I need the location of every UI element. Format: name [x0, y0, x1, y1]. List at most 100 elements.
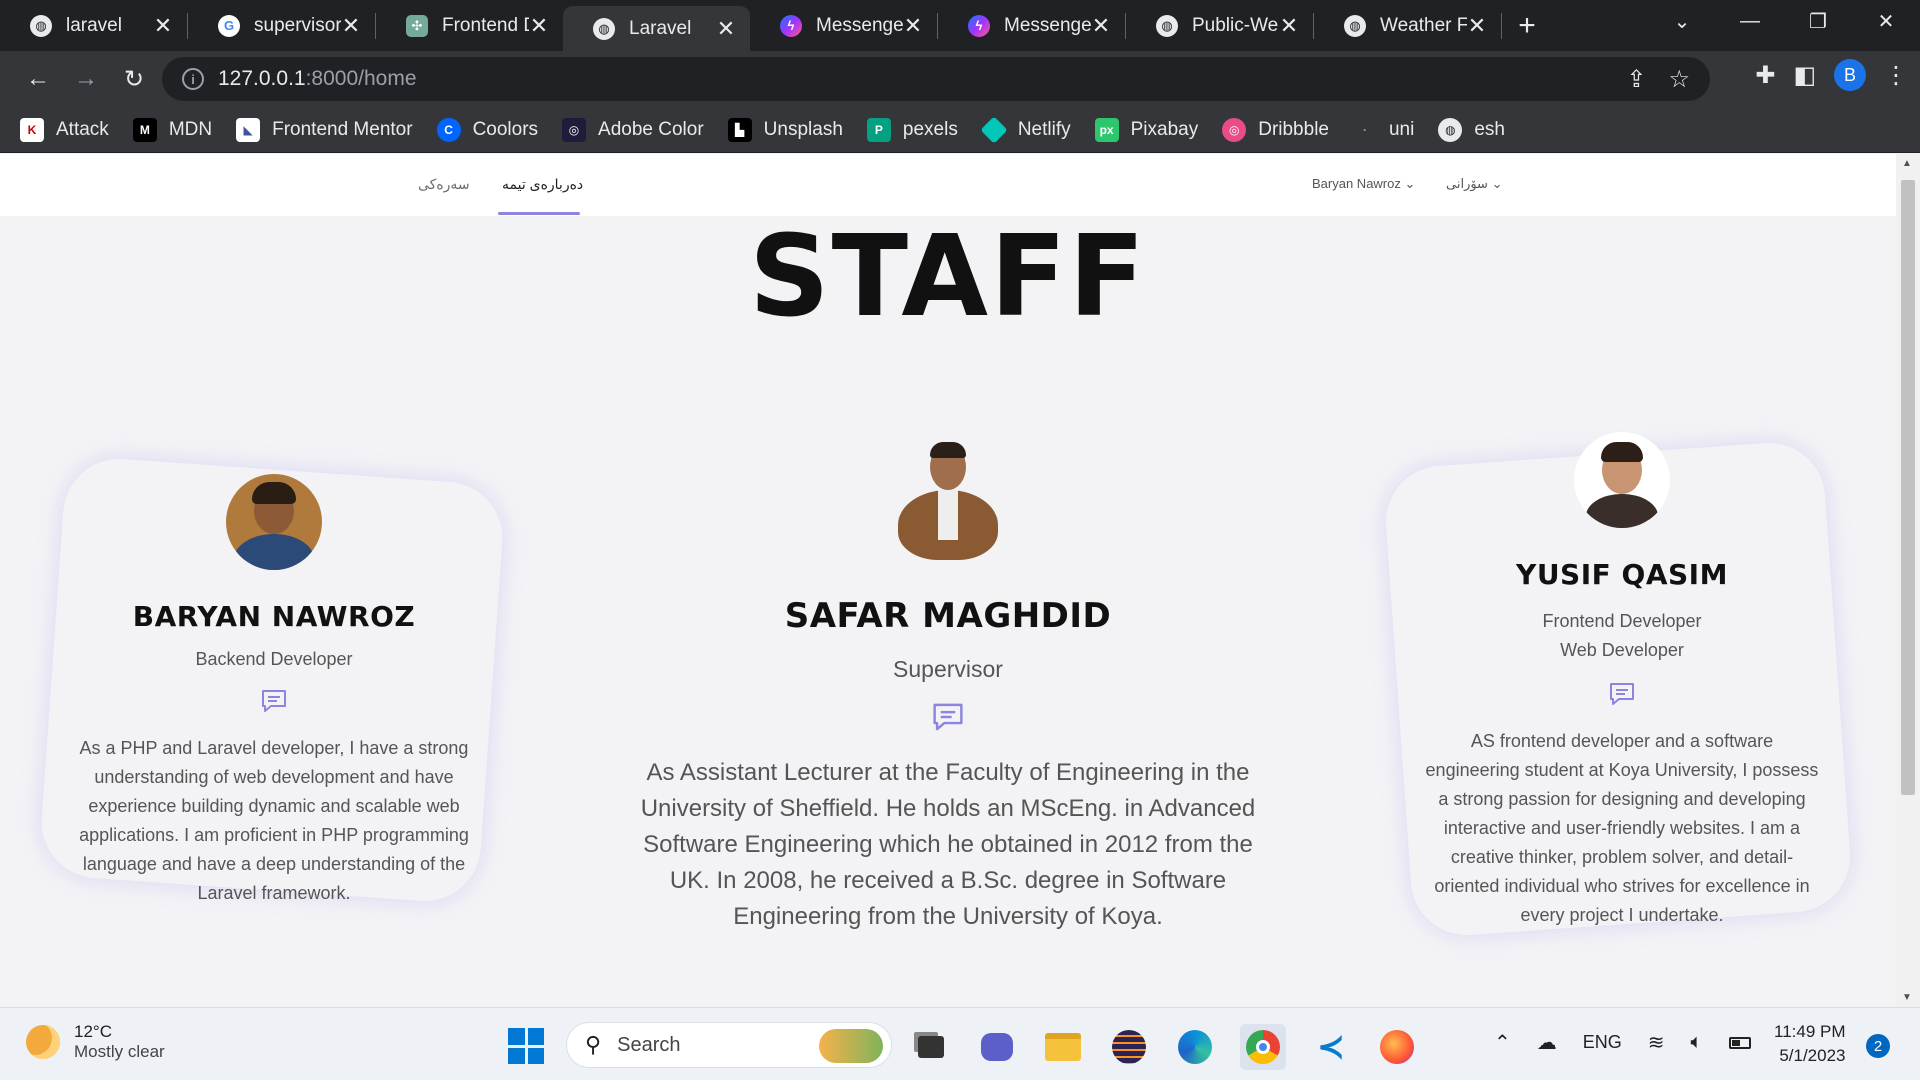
pexels-icon: P	[866, 117, 891, 142]
browser-tab[interactable]: ϟ Messenger ✕	[750, 0, 937, 51]
staff-bio: As Assistant Lecturer at the Faculty of …	[640, 759, 1256, 930]
windows-logo-icon	[508, 1028, 525, 1045]
menu-kebab-icon[interactable]: ⋮	[1884, 61, 1908, 90]
reload-button[interactable]: ↻	[110, 65, 158, 94]
bookmark-frontend-mentor[interactable]: ◣ Frontend Mentor	[236, 117, 413, 142]
side-panel-icon[interactable]: ◧	[1793, 61, 1816, 90]
restore-button[interactable]: ❐	[1784, 9, 1852, 34]
minimize-button[interactable]: —	[1716, 10, 1784, 33]
browser-tab[interactable]: ϟ Messenger ✕	[938, 0, 1125, 51]
bookmark-esh[interactable]: ◍ esh	[1438, 117, 1505, 142]
message-icon[interactable]	[931, 701, 965, 733]
mdn-icon: M	[132, 117, 157, 142]
bookmark-dribbble[interactable]: ◎ Dribbble	[1222, 117, 1329, 142]
onedrive-cloud-icon[interactable]: ☁	[1537, 1030, 1557, 1055]
weather-moon-icon	[26, 1025, 60, 1059]
avatar-shirt	[1586, 494, 1658, 528]
browser-tab-active[interactable]: ◍ Laravel ✕	[563, 6, 750, 51]
share-icon[interactable]: ⇪	[1626, 65, 1646, 94]
taskbar-clock[interactable]: 11:49 PM 5/1/2023	[1774, 1020, 1846, 1068]
bookmark-attack[interactable]: K Attack	[20, 117, 109, 142]
avatar-shirt	[938, 490, 958, 540]
user-menu-dropdown[interactable]: Baryan Nawroz ⌄	[1312, 176, 1415, 192]
volume-icon[interactable]: 🔈︎	[1691, 1031, 1703, 1054]
message-icon[interactable]	[1608, 681, 1636, 707]
taskbar-search[interactable]: ⚲ Search	[566, 1022, 892, 1068]
start-button[interactable]	[508, 1028, 544, 1064]
bookmarks-bar: K Attack M MDN ◣ Frontend Mentor C Coolors ◎…	[0, 107, 1920, 153]
url-path: :8000/home	[305, 67, 417, 90]
clock-date: 5/1/2023	[1779, 1046, 1846, 1065]
teams-chat-icon[interactable]	[976, 1026, 1018, 1068]
browser-tab[interactable]: G supervisor - ✕	[188, 0, 375, 51]
staff-name: SAFAR MAGHDID	[784, 596, 1112, 636]
browser-tab[interactable]: ◍ Public-Wea ✕	[1126, 0, 1313, 51]
browser-tab[interactable]: ◍ laravel ✕	[0, 0, 187, 51]
avatar-shirt	[234, 534, 314, 570]
new-tab-button[interactable]: +	[1502, 9, 1552, 43]
google-icon: G	[218, 14, 240, 37]
site-info-icon[interactable]: i	[182, 68, 204, 90]
bookmark-pixabay[interactable]: px Pixabay	[1094, 117, 1199, 142]
bookmark-uni[interactable]: · uni	[1352, 117, 1414, 142]
notification-badge[interactable]: 2	[1866, 1034, 1890, 1058]
message-icon[interactable]	[260, 688, 288, 714]
edge-icon[interactable]	[1174, 1026, 1216, 1068]
eclipse-icon[interactable]	[1108, 1026, 1150, 1068]
nav-link-about-team[interactable]: دەربارەی تیمە	[502, 176, 583, 193]
nav-link-home[interactable]: سەرەکی	[418, 176, 470, 193]
close-icon[interactable]: ✕	[716, 16, 736, 42]
close-icon[interactable]: ✕	[1467, 13, 1487, 39]
bookmark-coolors[interactable]: C Coolors	[436, 117, 539, 142]
battery-icon[interactable]	[1728, 1036, 1751, 1049]
bookmark-netlify[interactable]: Netlify	[980, 115, 1071, 144]
site-navbar: سەرەکی دەربارەی تیمە Baryan Nawroz ⌄ سۆر…	[0, 154, 1896, 216]
weather-widget[interactable]: 12°C Mostly clear	[26, 1022, 165, 1062]
extensions-icon[interactable]: ✚	[1755, 61, 1775, 90]
page-scrollbar[interactable]: ▲ ▼	[1896, 154, 1920, 1007]
scroll-up-arrow[interactable]: ▲	[1902, 158, 1912, 169]
input-language[interactable]: ENG	[1583, 1032, 1622, 1053]
bookmark-label: Coolors	[472, 118, 539, 140]
tab-title: Messenger	[1004, 14, 1091, 36]
profile-avatar[interactable]: B	[1834, 59, 1866, 91]
staff-card-yusif: YUSIF QASIM Frontend Developer Web Devel…	[1422, 432, 1822, 930]
firefox-icon[interactable]	[1376, 1026, 1418, 1068]
tab-title: Public-Wea	[1192, 14, 1279, 36]
close-window-button[interactable]: ✕	[1852, 9, 1920, 34]
wifi-icon[interactable]: ≋	[1648, 1030, 1665, 1055]
attack-icon: K	[20, 117, 44, 142]
file-explorer-icon[interactable]	[1042, 1026, 1084, 1068]
bookmark-mdn[interactable]: M MDN	[132, 117, 213, 142]
bookmark-label: MDN	[168, 118, 213, 140]
vscode-icon[interactable]: ≺	[1310, 1026, 1352, 1068]
close-icon[interactable]: ✕	[153, 13, 173, 39]
bookmark-unsplash[interactable]: ▙ Unsplash	[727, 117, 843, 142]
chrome-icon[interactable]	[1240, 1024, 1286, 1070]
scroll-down-arrow[interactable]: ▼	[1902, 992, 1912, 1003]
close-icon[interactable]: ✕	[1279, 13, 1299, 39]
language-dropdown[interactable]: سۆرانی ⌄	[1446, 176, 1502, 192]
forward-button[interactable]: →	[62, 65, 110, 93]
bookmark-pexels[interactable]: Ppexels	[866, 117, 958, 142]
bookmark-adobe-color[interactable]: ◎ Adobe Color	[562, 117, 704, 142]
browser-tab[interactable]: ◍ Weather Fo ✕	[1314, 0, 1501, 51]
show-hidden-icons-chevron[interactable]: ⌃	[1494, 1030, 1511, 1055]
back-button[interactable]: ←	[14, 65, 62, 93]
pixabay-icon: px	[1094, 117, 1119, 142]
bookmark-star-icon[interactable]: ☆	[1668, 65, 1690, 94]
chevron-down-icon: ⌄	[1491, 176, 1503, 191]
task-view-icon[interactable]	[910, 1026, 952, 1068]
browser-toolbar: ← → ↻ i 127.0.0.1:8000/home ⇪ ☆ ✚ ◧ B ⋮	[0, 51, 1920, 107]
close-icon[interactable]: ✕	[529, 13, 549, 39]
globe-icon: ◍	[30, 14, 52, 37]
browser-tab[interactable]: ✣ Frontend D ✕	[376, 0, 563, 51]
close-icon[interactable]: ✕	[903, 13, 923, 39]
scrollbar-thumb[interactable]	[1901, 180, 1915, 795]
close-icon[interactable]: ✕	[1091, 13, 1111, 39]
bookmark-label: Pixabay	[1130, 118, 1199, 140]
close-icon[interactable]: ✕	[341, 13, 361, 39]
tab-search-icon[interactable]: ⌄	[1648, 9, 1716, 34]
avatar	[1574, 432, 1670, 528]
address-bar[interactable]: i 127.0.0.1:8000/home ⇪ ☆	[162, 57, 1710, 101]
